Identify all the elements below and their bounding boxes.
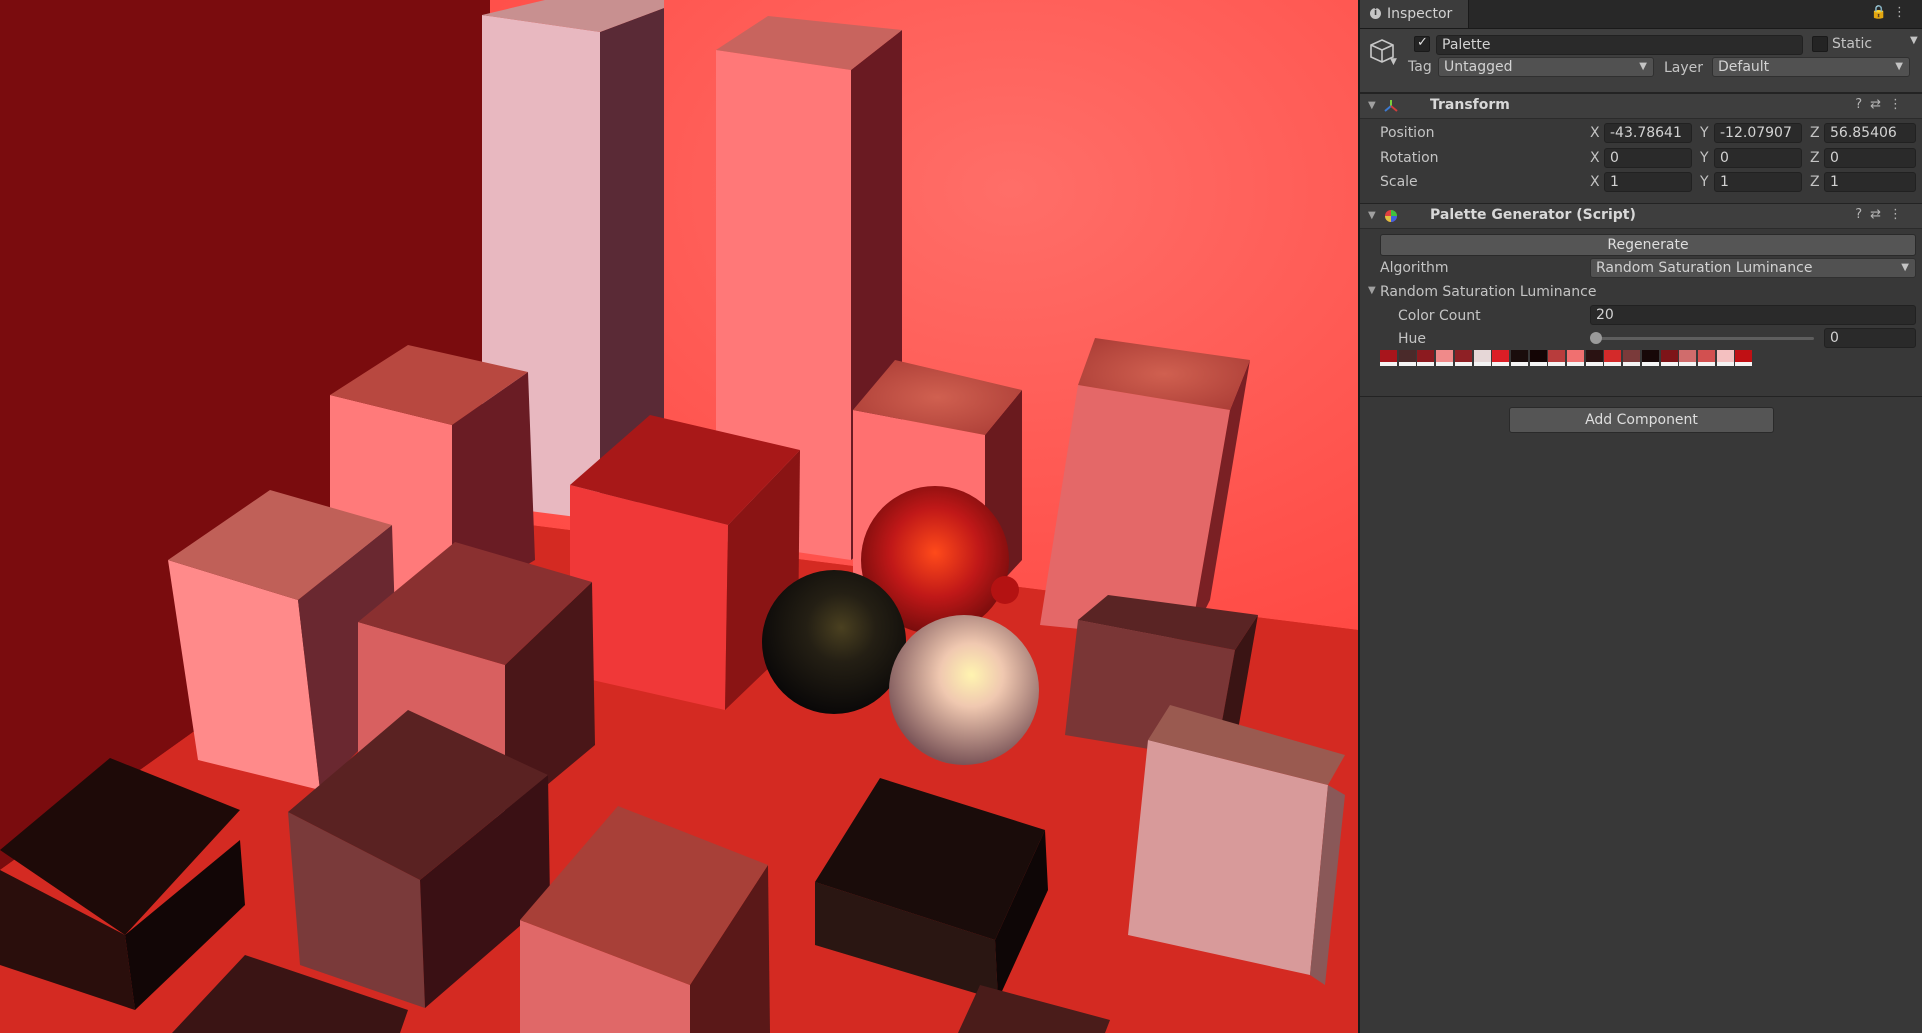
palette-swatch xyxy=(1454,350,1472,366)
transform-axes-icon xyxy=(1384,100,1398,112)
algorithm-label: Algorithm xyxy=(1380,260,1449,276)
palette-generator-title: Palette Generator (Script) xyxy=(1430,207,1636,223)
scale-label: Scale xyxy=(1380,174,1418,190)
hue-slider-knob[interactable] xyxy=(1590,332,1602,344)
position-y-axis: Y xyxy=(1700,125,1709,141)
tag-value: Untagged xyxy=(1444,59,1513,75)
algorithm-dropdown[interactable]: Random Saturation Luminance ▼ xyxy=(1590,258,1916,278)
color-count-label: Color Count xyxy=(1398,308,1481,324)
algorithm-section-label[interactable]: Random Saturation Luminance xyxy=(1380,284,1596,300)
tab-inspector[interactable]: i Inspector xyxy=(1360,0,1469,28)
static-label[interactable]: Static xyxy=(1832,36,1872,52)
hue-slider-track[interactable] xyxy=(1596,337,1814,340)
object-name-field[interactable]: Palette xyxy=(1436,35,1803,55)
palette-swatch xyxy=(1529,350,1547,366)
foldout-arrow-icon[interactable]: ▼ xyxy=(1368,100,1376,111)
palette-swatch xyxy=(1716,350,1734,366)
inspector-tabbar: i Inspector 🔒⋮ xyxy=(1360,0,1922,29)
position-z-axis: Z xyxy=(1810,125,1820,141)
position-x-field[interactable]: -43.78641 xyxy=(1604,123,1692,143)
rotation-y-field[interactable]: 0 xyxy=(1714,148,1802,168)
layer-label: Layer xyxy=(1664,60,1704,76)
rotation-z-axis: Z xyxy=(1810,150,1820,166)
position-label: Position xyxy=(1380,125,1435,141)
palette-swatch xyxy=(1585,350,1603,366)
position-y-field[interactable]: -12.07907 xyxy=(1714,123,1802,143)
palette-swatch xyxy=(1660,350,1678,366)
foldout-arrow-icon[interactable]: ▼ xyxy=(1368,285,1376,296)
info-icon: i xyxy=(1370,8,1381,19)
component-separator xyxy=(1360,396,1922,397)
tag-label: Tag xyxy=(1408,59,1432,75)
color-wheel-icon xyxy=(1385,210,1397,222)
center-red-box xyxy=(570,415,800,710)
tag-dropdown[interactable]: Untagged ▼ xyxy=(1438,57,1654,77)
palette-swatch xyxy=(1436,350,1454,366)
rotation-z-field[interactable]: 0 xyxy=(1824,148,1916,168)
palette-swatch xyxy=(1380,350,1397,366)
palette-swatch xyxy=(1398,350,1416,366)
layer-value: Default xyxy=(1718,59,1770,75)
palette-swatch xyxy=(1604,350,1622,366)
algorithm-value: Random Saturation Luminance xyxy=(1596,260,1813,276)
rotation-x-field[interactable]: 0 xyxy=(1604,148,1692,168)
transform-header[interactable]: ▼ Transform ?⇄⋮ xyxy=(1360,93,1922,119)
scale-x-axis: X xyxy=(1590,174,1600,190)
position-z-field[interactable]: 56.85406 xyxy=(1824,123,1916,143)
position-x-axis: X xyxy=(1590,125,1600,141)
hue-label: Hue xyxy=(1398,331,1427,347)
transform-title: Transform xyxy=(1430,97,1510,113)
red-sphere-edge xyxy=(991,576,1019,604)
palette-swatch xyxy=(1548,350,1566,366)
add-component-button[interactable]: Add Component xyxy=(1509,407,1774,433)
gameobject-header: ▼ ✓ Palette Static ▼ Tag Untagged ▼ Laye… xyxy=(1360,29,1922,93)
hue-value-field[interactable]: 0 xyxy=(1824,328,1916,348)
palette-swatch xyxy=(1679,350,1697,366)
palette-swatch xyxy=(1641,350,1659,366)
check-icon: ✓ xyxy=(1417,35,1428,50)
layer-dropdown[interactable]: Default ▼ xyxy=(1712,57,1910,77)
palette-swatch xyxy=(1473,350,1491,366)
white-sphere xyxy=(889,615,1039,765)
static-chevron-icon[interactable]: ▼ xyxy=(1910,35,1918,46)
palette-swatch xyxy=(1492,350,1510,366)
palette-swatch-strip xyxy=(1380,350,1760,368)
palette-swatch xyxy=(1567,350,1584,366)
chevron-down-icon: ▼ xyxy=(1901,262,1909,273)
scale-y-axis: Y xyxy=(1700,174,1709,190)
scale-x-field[interactable]: 1 xyxy=(1604,172,1692,192)
lock-icon[interactable]: 🔒⋮ xyxy=(1871,5,1912,20)
scale-y-field[interactable]: 1 xyxy=(1714,172,1802,192)
chevron-down-icon[interactable]: ▼ xyxy=(1390,57,1397,67)
chevron-down-icon: ▼ xyxy=(1895,61,1903,72)
scale-z-field[interactable]: 1 xyxy=(1824,172,1916,192)
black-sphere xyxy=(762,570,906,714)
palette-swatch xyxy=(1417,350,1435,366)
scene-render[interactable] xyxy=(0,0,1358,1033)
palette-swatch xyxy=(1735,350,1753,366)
inspector-panel: i Inspector 🔒⋮ ▼ ✓ Palette Static ▼ Tag … xyxy=(1360,0,1922,1033)
rotation-label: Rotation xyxy=(1380,150,1439,166)
palette-generator-header[interactable]: ▼ Palette Generator (Script) ?⇄⋮ xyxy=(1360,203,1922,229)
regenerate-button[interactable]: Regenerate xyxy=(1380,234,1916,256)
chevron-down-icon: ▼ xyxy=(1639,61,1647,72)
rotation-y-axis: Y xyxy=(1700,150,1709,166)
foldout-arrow-icon[interactable]: ▼ xyxy=(1368,210,1376,221)
tab-inspector-label: Inspector xyxy=(1387,6,1453,22)
color-count-field[interactable]: 20 xyxy=(1590,305,1916,325)
palette-swatch xyxy=(1510,350,1528,366)
scene-viewport[interactable] xyxy=(0,0,1358,1033)
scale-z-axis: Z xyxy=(1810,174,1820,190)
help-icon[interactable]: ?⇄⋮ xyxy=(1855,97,1910,112)
active-toggle[interactable]: ✓ xyxy=(1414,35,1430,52)
presets-icon[interactable]: ?⇄⋮ xyxy=(1855,207,1910,222)
palette-swatch xyxy=(1697,350,1715,366)
static-toggle[interactable] xyxy=(1812,36,1828,52)
palette-swatch xyxy=(1623,350,1641,366)
rotation-x-axis: X xyxy=(1590,150,1600,166)
